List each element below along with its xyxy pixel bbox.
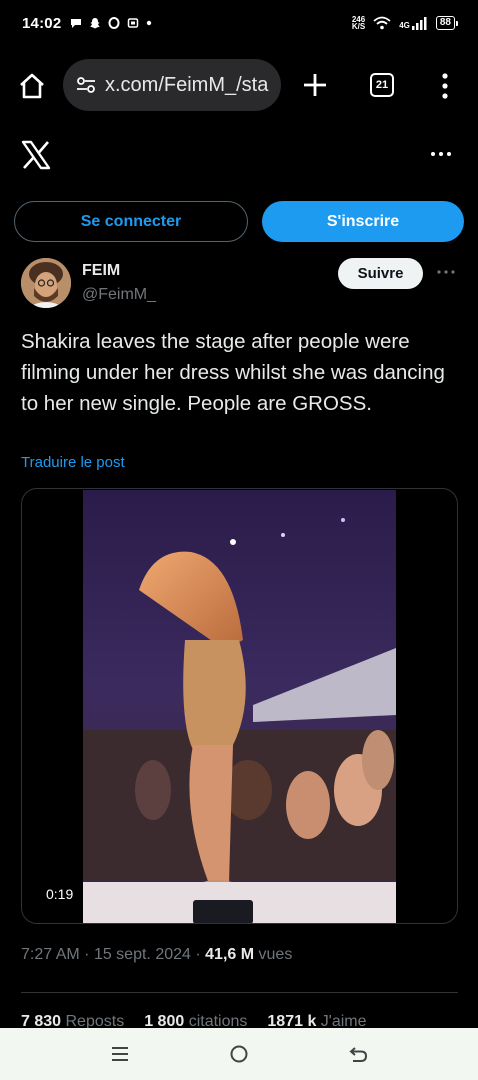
hamburger-icon[interactable] [110, 1044, 130, 1064]
author-name[interactable]: FEIM [82, 262, 120, 280]
url-text: x.com/FeimM_/sta [105, 73, 269, 96]
back-icon[interactable] [347, 1043, 369, 1065]
status-right: 246 K/S 4G 88 [351, 16, 458, 31]
views-count: 41,6 M [205, 946, 255, 963]
notification-icons [70, 17, 152, 29]
home-icon[interactable] [18, 72, 46, 100]
status-bar: 14:02 246 K/S 4G 88 [0, 0, 478, 46]
plus-icon[interactable] [300, 70, 330, 100]
battery-icon: 88 [435, 16, 458, 30]
author-handle[interactable]: @FeimM_ [82, 286, 156, 304]
browser-toolbar: x.com/FeimM_/sta 21 [0, 58, 478, 112]
app-icon [128, 18, 139, 28]
avatar[interactable] [21, 258, 71, 308]
signup-button[interactable]: S'inscrire [262, 201, 464, 242]
views-label: vues [258, 946, 293, 963]
more-horizontal-icon[interactable] [430, 145, 452, 163]
tab-count: 21 [375, 79, 389, 91]
circle-home-icon[interactable] [229, 1044, 249, 1064]
video-player[interactable]: 0:19 [21, 488, 458, 924]
status-time: 14:02 [22, 14, 62, 32]
post-text: Shakira leaves the stage after people we… [21, 330, 445, 415]
follow-button[interactable]: Suivre [338, 258, 423, 289]
post-time[interactable]: 7:27 AM [21, 946, 80, 963]
signal-bars-icon [411, 16, 427, 30]
login-button[interactable]: Se connecter [14, 201, 248, 242]
battery-level: 88 [435, 16, 455, 30]
system-navigation-bar [0, 1028, 478, 1080]
network-type: 4G [399, 20, 410, 30]
address-bar[interactable]: x.com/FeimM_/sta [63, 59, 281, 111]
post-more-icon[interactable] [436, 264, 456, 280]
kebab-menu-icon[interactable] [438, 72, 452, 100]
divider [21, 992, 458, 993]
dot-icon [147, 20, 152, 26]
video-duration: 0:19 [40, 883, 80, 905]
site-settings-icon[interactable] [75, 74, 97, 96]
tab-switcher-button[interactable]: 21 [370, 73, 394, 97]
signal-icon: 4G [399, 16, 428, 30]
wifi-icon [373, 16, 391, 30]
video-thumbnail[interactable] [83, 490, 396, 924]
translate-post-link[interactable]: Traduire le post [21, 454, 125, 471]
chat-bubble-icon [71, 19, 82, 28]
x-logo-icon[interactable] [21, 140, 51, 170]
post-date[interactable]: 15 sept. 2024 [94, 946, 191, 963]
net-speed: 246 K/S [351, 16, 366, 31]
snapchat-icon [90, 18, 101, 29]
opera-icon [108, 17, 120, 29]
post-meta: 7:27 AM · 15 sept. 2024 · 41,6 M vues [21, 946, 293, 963]
net-speed-unit: K/S [351, 22, 366, 31]
